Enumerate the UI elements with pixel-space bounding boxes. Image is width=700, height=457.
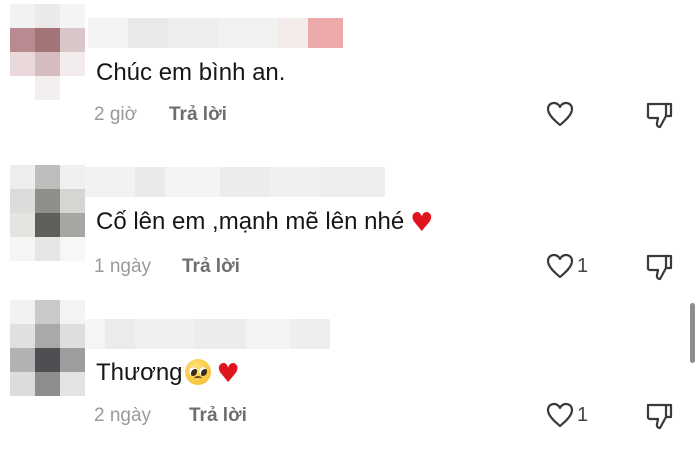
dislike-button[interactable] bbox=[644, 401, 674, 436]
comment-text: Cố lên em ,mạnh mẽ lên nhé ♥ bbox=[96, 207, 433, 238]
reply-button[interactable]: Trả lời bbox=[189, 404, 247, 428]
username-redacted[interactable] bbox=[88, 18, 343, 48]
thumbs-down-outline-icon bbox=[646, 403, 673, 430]
thumbs-down-outline-icon bbox=[646, 102, 673, 129]
reply-button[interactable]: Trả lời bbox=[182, 255, 240, 279]
heart-outline-icon bbox=[546, 101, 574, 127]
comment-time: 2 giờ bbox=[94, 104, 138, 125]
red-heart-emoji: ♥ bbox=[410, 207, 434, 238]
comment-time: 2 ngày bbox=[94, 405, 152, 426]
like-count: 1 bbox=[577, 403, 589, 426]
avatar[interactable] bbox=[10, 300, 85, 396]
like-button[interactable]: 1 bbox=[545, 401, 588, 429]
pleading-face-emoji bbox=[184, 358, 211, 385]
like-button[interactable] bbox=[545, 100, 577, 128]
thumbs-down-outline-icon bbox=[646, 254, 673, 281]
comment-body: Cố lên em ,mạnh mẽ lên nhé bbox=[96, 208, 405, 235]
like-button[interactable]: 1 bbox=[545, 252, 588, 280]
comment-text: Chúc em bình an. bbox=[96, 58, 285, 88]
dislike-button[interactable] bbox=[644, 100, 674, 135]
heart-outline-icon bbox=[546, 402, 574, 428]
avatar[interactable] bbox=[10, 4, 85, 100]
comment-body: Chúc em bình an. bbox=[96, 59, 286, 86]
comment-text: Thương ♥ bbox=[96, 358, 240, 389]
dislike-button[interactable] bbox=[644, 252, 674, 287]
heart-outline-icon bbox=[546, 253, 574, 279]
avatar[interactable] bbox=[10, 165, 85, 261]
scrollbar[interactable] bbox=[690, 303, 695, 363]
username-redacted[interactable] bbox=[85, 319, 330, 349]
red-heart-emoji: ♥ bbox=[216, 358, 240, 389]
reply-button[interactable]: Trả lời bbox=[169, 103, 227, 127]
comment-body: Thương bbox=[96, 359, 183, 386]
comment-time: 1 ngày bbox=[94, 256, 152, 277]
username-redacted[interactable] bbox=[85, 167, 385, 197]
like-count: 1 bbox=[577, 254, 589, 277]
